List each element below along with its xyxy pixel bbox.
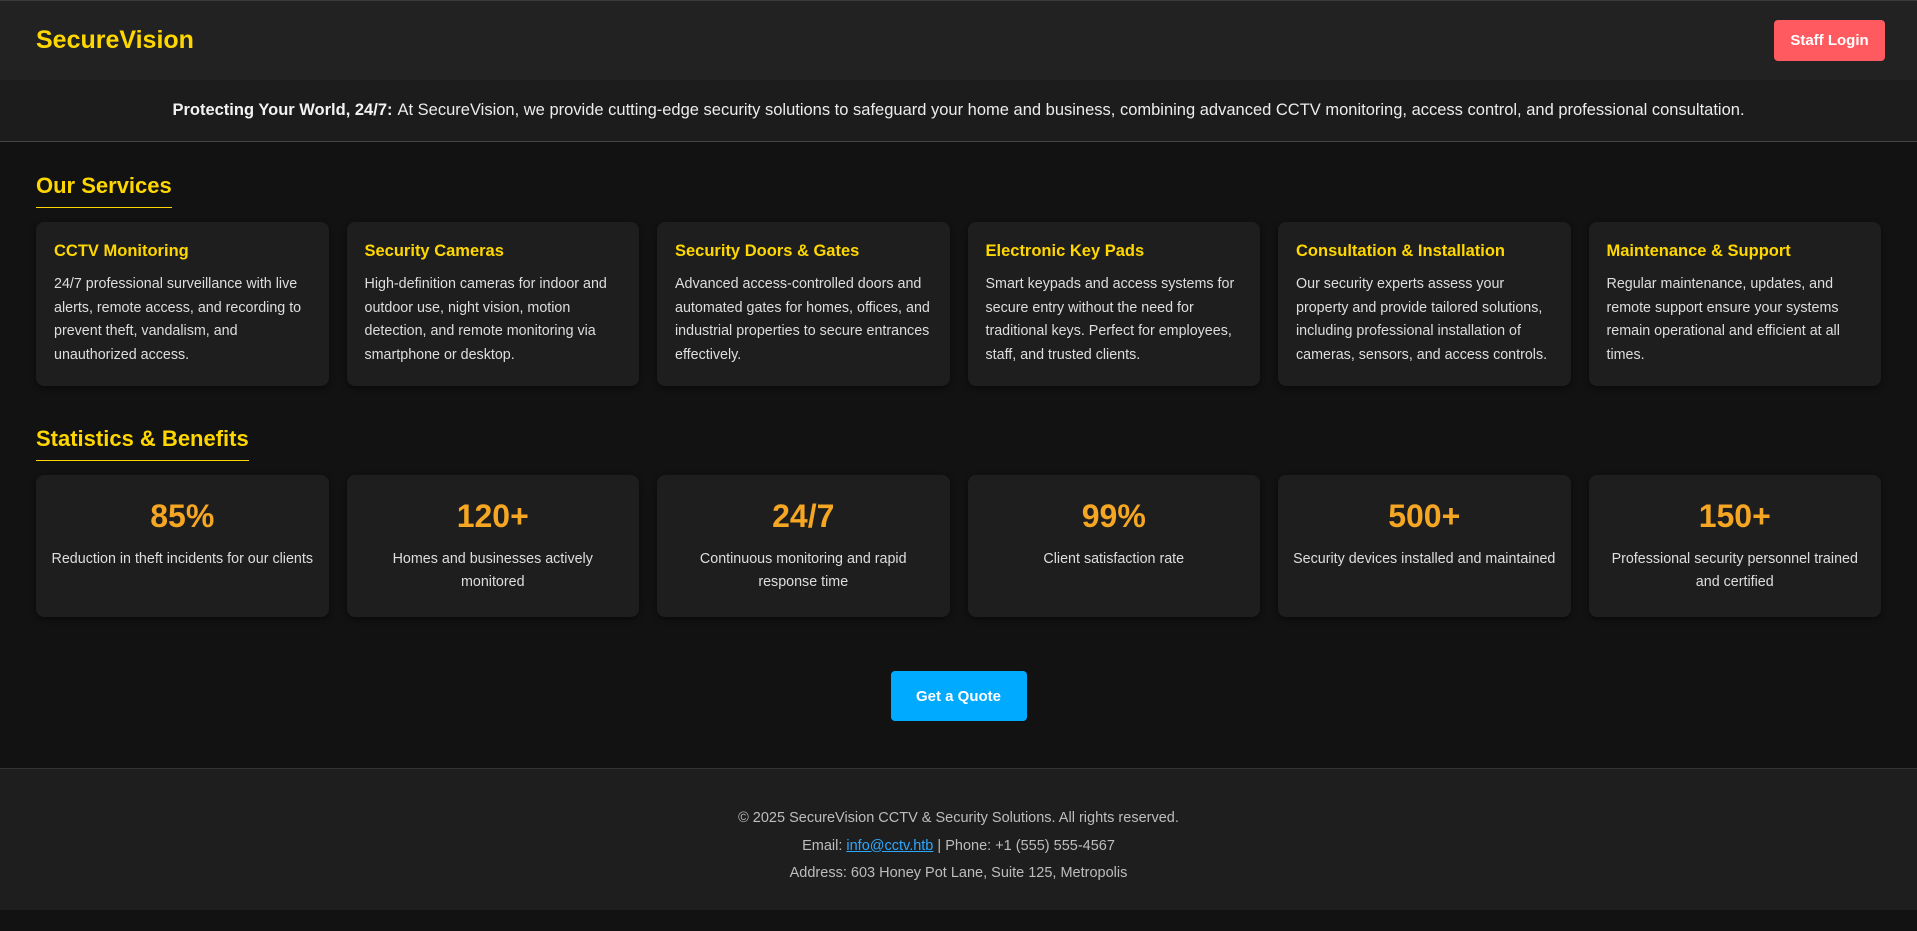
stat-card: 500+ Security devices installed and main…	[1278, 475, 1571, 617]
service-title: Electronic Key Pads	[985, 242, 1145, 260]
stat-label: Reduction in theft incidents for our cli…	[51, 551, 313, 567]
service-card: Security Cameras High-definition cameras…	[346, 222, 639, 386]
staff-login-button[interactable]: Staff Login	[1774, 20, 1885, 61]
stat-value: 85%	[150, 498, 215, 534]
service-description: Regular maintenance, updates, and remote…	[1606, 276, 1840, 363]
contact-line: Email: info@cctv.htb | Phone: +1 (555) 5…	[0, 833, 1917, 861]
copyright-text: © 2025 SecureVision CCTV & Security Solu…	[738, 810, 1179, 826]
brand-logo[interactable]: SecureVision	[36, 26, 194, 55]
stat-card: 150+ Professional security personnel tra…	[1588, 475, 1881, 617]
stat-value: 500+	[1388, 498, 1461, 534]
stat-value: 120+	[456, 498, 529, 534]
service-card: Consultation & Installation Our security…	[1278, 222, 1571, 386]
site-footer: © 2025 SecureVision CCTV & Security Solu…	[0, 768, 1917, 910]
service-title: Security Cameras	[364, 242, 504, 260]
intro-lead: Protecting Your World, 24/7:	[172, 101, 393, 119]
service-title: Maintenance & Support	[1606, 242, 1791, 260]
service-description: Smart keypads and access systems for sec…	[985, 276, 1235, 363]
service-card: CCTV Monitoring 24/7 professional survei…	[36, 222, 329, 386]
service-description: Our security experts assess your propert…	[1296, 276, 1548, 363]
intro-banner: Protecting Your World, 24/7: At SecureVi…	[0, 80, 1917, 142]
stat-label: Security devices installed and maintaine…	[1293, 551, 1556, 567]
service-card: Electronic Key Pads Smart keypads and ac…	[967, 222, 1260, 386]
address-text: Address: 603 Honey Pot Lane, Suite 125, …	[789, 865, 1128, 881]
stat-label: Homes and businesses actively monitored	[392, 551, 593, 590]
phone-text: | Phone: +1 (555) 555-4567	[937, 837, 1115, 854]
service-description: 24/7 professional surveillance with live…	[54, 276, 302, 363]
stat-card: 99% Client satisfaction rate	[967, 475, 1260, 617]
service-title: CCTV Monitoring	[54, 242, 189, 260]
services-heading: Our Services	[36, 173, 172, 208]
stat-card: 120+ Homes and businesses actively monit…	[346, 475, 639, 617]
service-title: Security Doors & Gates	[675, 242, 860, 260]
stat-value: 99%	[1081, 498, 1146, 534]
stats-heading: Statistics & Benefits	[36, 426, 249, 461]
service-description: High-definition cameras for indoor and o…	[364, 276, 607, 363]
email-prefix: Email:	[802, 837, 843, 854]
service-description: Advanced access-controlled doors and aut…	[675, 276, 930, 363]
main-content: Our Services CCTV Monitoring 24/7 profes…	[0, 173, 1917, 721]
stat-label: Client satisfaction rate	[1043, 551, 1185, 567]
stats-grid: 85% Reduction in theft incidents for our…	[36, 475, 1881, 617]
service-card: Maintenance & Support Regular maintenanc…	[1588, 222, 1881, 386]
get-quote-button[interactable]: Get a Quote	[890, 671, 1027, 721]
service-title: Consultation & Installation	[1296, 242, 1505, 260]
site-header: SecureVision Staff Login	[0, 0, 1917, 80]
email-link[interactable]: info@cctv.htb	[846, 838, 933, 854]
stat-label: Continuous monitoring and rapid response…	[699, 551, 907, 590]
intro-text: At SecureVision, we provide cutting-edge…	[397, 101, 1745, 119]
service-card: Security Doors & Gates Advanced access-c…	[657, 222, 950, 386]
stat-card: 24/7 Continuous monitoring and rapid res…	[657, 475, 950, 617]
stat-value: 24/7	[772, 498, 835, 534]
stat-label: Professional security personnel trained …	[1611, 551, 1858, 590]
services-grid: CCTV Monitoring 24/7 professional survei…	[36, 222, 1881, 386]
stat-card: 85% Reduction in theft incidents for our…	[36, 475, 329, 617]
stat-value: 150+	[1698, 498, 1771, 534]
